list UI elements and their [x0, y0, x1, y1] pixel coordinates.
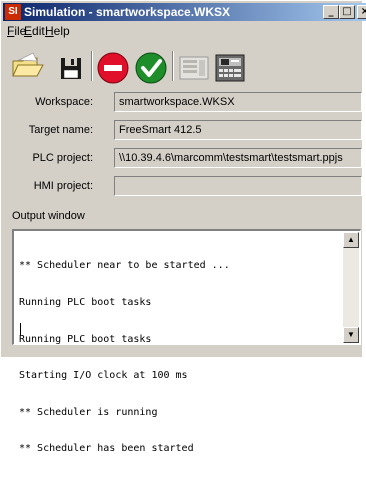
minimize-button[interactable]: _	[323, 5, 339, 19]
scroll-down-button[interactable]: ▼	[343, 327, 359, 343]
workspace-field[interactable]: smartworkspace.WKSX	[114, 92, 362, 112]
menu-edit[interactable]: Edit	[24, 24, 45, 38]
start-button[interactable]	[133, 49, 169, 85]
menu-edit-label: dit	[32, 24, 45, 38]
panel-view-button[interactable]	[176, 49, 212, 85]
start-check-icon	[135, 52, 167, 84]
log-line: Running PLC boot tasks	[19, 297, 152, 309]
simulation-window: SI Simulation - smartworkspace.WKSX _ □ …	[0, 0, 366, 454]
hmi-project-label: HMI project:	[33, 180, 93, 192]
close-button[interactable]: ×	[357, 5, 366, 19]
menu-help-label: elp	[53, 24, 70, 38]
log-line: ** Scheduler has been started	[19, 443, 194, 455]
menu-bar: File Edit Help	[3, 22, 363, 40]
output-window[interactable]: ** Scheduler near to be started ... Runn…	[12, 229, 361, 454]
open-folder-icon	[12, 52, 44, 77]
menu-edit-mnemonic: E	[24, 24, 33, 38]
output-window-label: Output window	[12, 210, 85, 222]
target-name-field[interactable]: FreeSmart 412.5	[114, 120, 362, 140]
stop-button[interactable]	[95, 49, 131, 85]
menu-help[interactable]: Help	[45, 24, 70, 38]
window-title: Simulation - smartworkspace.WKSX	[24, 5, 231, 19]
title-bar[interactable]: SI Simulation - smartworkspace.WKSX _ □ …	[3, 3, 366, 21]
stop-icon	[97, 52, 129, 84]
workspace-row: Workspace: smartworkspace.WKSX	[1, 92, 363, 114]
save-floppy-icon	[61, 58, 81, 79]
hmi-row: HMI project:	[1, 176, 363, 198]
hmi-button[interactable]	[212, 49, 248, 85]
plc-project-field[interactable]: \\10.39.4.6\marcomm\testsmart\testsmart.…	[114, 148, 362, 168]
output-log: ** Scheduler near to be started ... Runn…	[19, 236, 230, 480]
save-button[interactable]	[53, 49, 89, 85]
text-caret	[20, 323, 21, 335]
log-line: ** Scheduler near to be started ...	[19, 260, 230, 272]
log-line: ** Scheduler is running	[19, 406, 158, 418]
hmi-project-field[interactable]	[114, 176, 362, 196]
scroll-up-button[interactable]: ▲	[343, 232, 359, 248]
plc-row: PLC project: \\10.39.4.6\marcomm\testsma…	[1, 148, 363, 170]
toolbar-separator	[91, 51, 93, 81]
workspace-label: Workspace:	[35, 96, 93, 108]
target-row: Target name: FreeSmart 412.5	[1, 120, 363, 142]
app-icon: SI	[5, 4, 21, 20]
maximize-button[interactable]: □	[339, 5, 355, 19]
panel-view-icon	[179, 56, 209, 80]
toolbar-separator	[172, 51, 174, 81]
hmi-device-icon	[215, 54, 245, 82]
toolbar	[1, 43, 363, 89]
log-line: Starting I/O clock at 100 ms	[19, 370, 188, 382]
plc-project-label: PLC project:	[32, 152, 93, 164]
log-line: Running PLC boot tasks	[19, 333, 152, 345]
target-name-label: Target name:	[28, 124, 93, 136]
vertical-scrollbar[interactable]: ▲ ▼	[343, 232, 359, 343]
open-button[interactable]	[9, 49, 45, 85]
menu-help-mnemonic: H	[45, 24, 54, 38]
